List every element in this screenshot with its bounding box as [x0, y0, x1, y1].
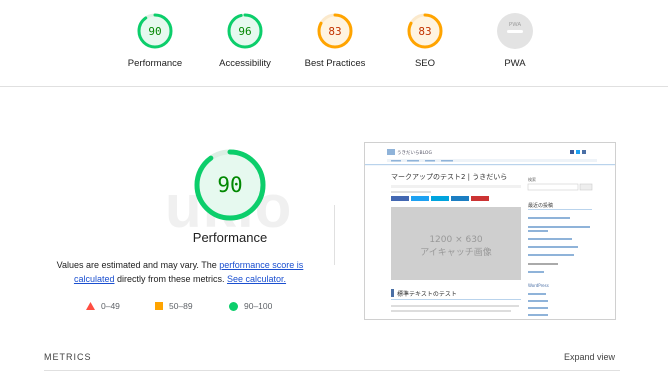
section-heading: 標準テキストのテスト [397, 290, 457, 298]
performance-ring-icon: 90 [137, 13, 173, 49]
metrics-heading: METRICS [44, 352, 92, 362]
legend-range: 90–100 [244, 301, 273, 311]
gauge-seo[interactable]: 83 SEO [375, 12, 475, 69]
pwa-badge-icon: PWA [497, 13, 533, 49]
best-practices-ring-icon: 83 [317, 13, 353, 49]
performance-summary: 90 Performance [100, 148, 360, 245]
note-prefix: Values are estimated and may vary. The [56, 260, 220, 270]
gauge-label: SEO [414, 58, 436, 69]
gauge-label: Performance [127, 58, 183, 69]
final-screenshot-thumbnail: うきだいらBLOG マークアップのテスト2 | うきだいら 1200 × 630… [365, 143, 615, 319]
performance-large-ring-icon: 90 [194, 149, 266, 221]
sidebar-heading: 最近の投稿 [528, 202, 553, 209]
post-title: マークアップのテスト2 | うきだいら [391, 173, 507, 181]
sidebar-wordpress: WordPress [528, 283, 549, 288]
legend-fail: 0–49 [86, 301, 120, 311]
gauge-score: 90 [148, 25, 161, 38]
pwa-badge-text: PWA [509, 22, 521, 28]
calculator-link[interactable]: See calculator. [227, 274, 286, 284]
legend-range: 50–89 [169, 301, 193, 311]
page-screenshot: うきだいらBLOG マークアップのテスト2 | うきだいら 1200 × 630… [364, 142, 616, 320]
gauge-label: PWA [504, 58, 526, 69]
placeholder-size: 1200 × 630 [429, 235, 483, 245]
legend-range: 0–49 [101, 301, 120, 311]
gauge-label: Accessibility [219, 58, 271, 69]
gauge-best-practices[interactable]: 83 Best Practices [285, 12, 385, 69]
gauge-pwa[interactable]: PWA PWA [465, 12, 565, 69]
expand-view-button[interactable]: Expand view [564, 352, 615, 362]
seo-ring-icon: 83 [407, 13, 443, 49]
section-divider [334, 205, 335, 265]
score-note: Values are estimated and may vary. The p… [52, 258, 308, 286]
gauge-performance[interactable]: 90 Performance [105, 12, 205, 69]
sidebar-search-label: 検索 [528, 176, 536, 182]
legend-average: 50–89 [155, 301, 193, 311]
performance-title: Performance [192, 230, 268, 245]
gauge-score: 96 [238, 25, 251, 38]
note-middle: directly from these metrics. [114, 274, 227, 284]
placeholder-caption: アイキャッチ画像 [420, 246, 492, 258]
category-gauges-row: 90 Performance 96 Accessibility 83 Best … [0, 0, 668, 87]
metrics-rule [44, 370, 620, 371]
circle-icon [229, 301, 238, 311]
gauge-accessibility[interactable]: 96 Accessibility [195, 12, 295, 69]
gauge-score: 83 [418, 25, 431, 38]
gauge-label: Best Practices [304, 58, 366, 69]
triangle-icon [86, 302, 95, 310]
square-icon [155, 302, 163, 310]
site-name: うきだいらBLOG [397, 150, 432, 156]
accessibility-ring-icon: 96 [227, 13, 263, 49]
legend-pass: 90–100 [229, 301, 272, 311]
large-score: 90 [217, 173, 242, 197]
gauge-score: 83 [328, 25, 341, 38]
